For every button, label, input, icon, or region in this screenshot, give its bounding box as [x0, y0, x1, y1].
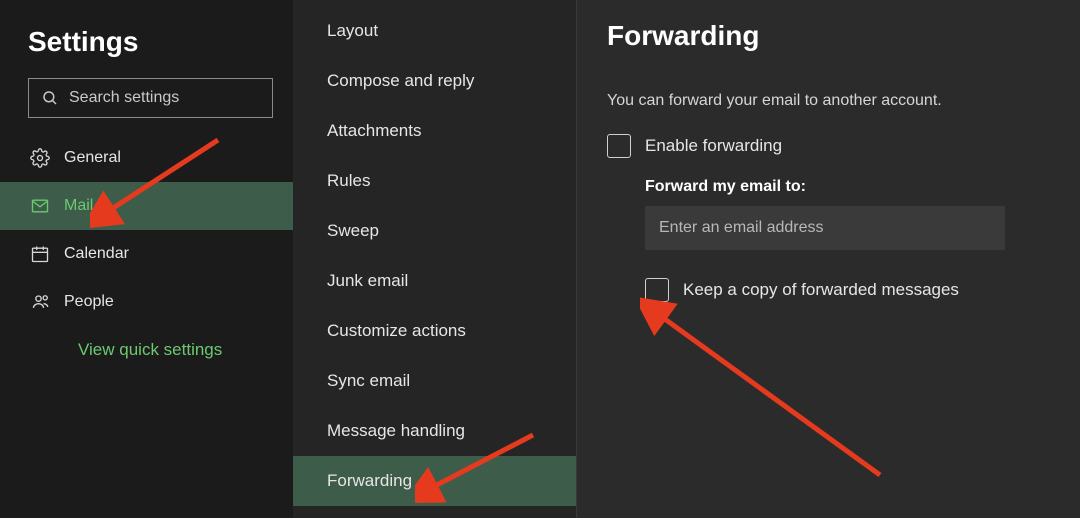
- people-icon: [30, 292, 64, 312]
- search-placeholder: Search settings: [69, 89, 179, 107]
- mail-option-layout[interactable]: Layout: [293, 6, 576, 56]
- sidebar-item-label: People: [64, 293, 114, 311]
- forwarding-panel: Forwarding You can forward your email to…: [577, 0, 1080, 518]
- panel-title: Forwarding: [607, 20, 1050, 52]
- mail-option-message-handling[interactable]: Message handling: [293, 406, 576, 456]
- mail-option-sweep[interactable]: Sweep: [293, 206, 576, 256]
- panel-description: You can forward your email to another ac…: [607, 92, 1050, 110]
- forward-to-input[interactable]: [645, 206, 1005, 250]
- sidebar-item-label: Calendar: [64, 245, 129, 263]
- gear-icon: [30, 148, 64, 168]
- sidebar-item-calendar[interactable]: Calendar: [0, 230, 293, 278]
- mail-icon: [30, 196, 64, 216]
- mail-option-compose[interactable]: Compose and reply: [293, 56, 576, 106]
- keep-copy-checkbox[interactable]: [645, 278, 669, 302]
- mail-option-customize[interactable]: Customize actions: [293, 306, 576, 356]
- forward-to-label: Forward my email to:: [645, 178, 1050, 196]
- sidebar-item-label: Mail: [64, 197, 93, 215]
- search-input[interactable]: Search settings: [28, 78, 273, 118]
- mail-option-attachments[interactable]: Attachments: [293, 106, 576, 156]
- settings-title: Settings: [0, 16, 293, 78]
- sidebar-item-general[interactable]: General: [0, 134, 293, 182]
- mail-option-rules[interactable]: Rules: [293, 156, 576, 206]
- sidebar-item-people[interactable]: People: [0, 278, 293, 326]
- settings-sidebar: Settings Search settings General Mail: [0, 0, 293, 518]
- enable-forwarding-label: Enable forwarding: [645, 136, 782, 156]
- search-icon: [41, 89, 59, 107]
- sidebar-item-mail[interactable]: Mail: [0, 182, 293, 230]
- sidebar-item-label: General: [64, 149, 121, 167]
- keep-copy-label: Keep a copy of forwarded messages: [683, 280, 959, 300]
- mail-option-junk[interactable]: Junk email: [293, 256, 576, 306]
- mail-option-forwarding[interactable]: Forwarding: [293, 456, 576, 506]
- mail-settings-sidebar: Layout Compose and reply Attachments Rul…: [293, 0, 577, 518]
- enable-forwarding-checkbox[interactable]: [607, 134, 631, 158]
- quick-settings-link[interactable]: View quick settings: [0, 326, 293, 360]
- calendar-icon: [30, 244, 64, 264]
- mail-option-sync[interactable]: Sync email: [293, 356, 576, 406]
